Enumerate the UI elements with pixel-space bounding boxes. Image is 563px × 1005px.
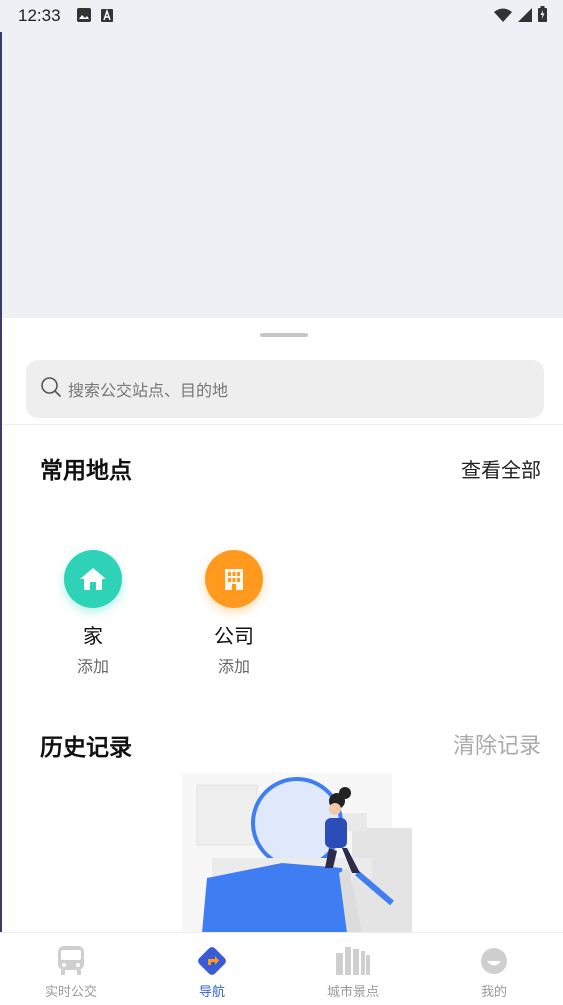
view-all-link[interactable]: 查看全部 (461, 454, 541, 483)
divider (2, 424, 563, 425)
place-add-label: 添加 (217, 657, 250, 676)
search-icon (40, 376, 62, 402)
place-company[interactable]: 公司 添加 (189, 550, 279, 677)
city-icon (335, 943, 371, 979)
place-home[interactable]: 家 添加 (48, 550, 138, 677)
tab-city-attractions[interactable]: 城市景点 (303, 933, 403, 1005)
tab-label: 实时公交 (44, 985, 97, 1000)
frequent-places-title: 常用地点 (40, 458, 132, 484)
place-name: 家 (83, 624, 103, 648)
tab-label: 城市景点 (326, 985, 379, 1000)
profile-icon (476, 943, 512, 979)
bus-icon (53, 943, 89, 979)
building-icon (205, 550, 263, 608)
history-title: 历史记录 (40, 735, 132, 761)
drag-handle[interactable] (260, 333, 308, 337)
search-input[interactable]: 搜索公交站点、目的地 (68, 377, 228, 401)
tab-label: 导航 (198, 985, 225, 1000)
navigation-icon (194, 943, 230, 979)
empty-history-illustration (177, 773, 417, 933)
bottom-tab-bar: 实时公交 导航 城市景点 我的 (0, 932, 563, 1005)
tab-profile[interactable]: 我的 (444, 933, 544, 1005)
place-name: 公司 (214, 624, 254, 648)
text-a-icon (100, 7, 113, 26)
tab-label: 我的 (480, 985, 507, 1000)
place-add-label: 添加 (76, 657, 109, 676)
status-time: 12:33 (18, 6, 61, 25)
home-icon (64, 550, 122, 608)
wifi-icon (494, 7, 512, 26)
bottom-sheet: 搜索公交站点、目的地 常用地点 查看全部 家 添加 公司 添加 历史记录 清除记… (0, 318, 563, 1004)
map-area[interactable] (0, 32, 563, 318)
image-icon (76, 7, 91, 26)
tab-navigation[interactable]: 导航 (162, 933, 262, 1005)
search-bar[interactable]: 搜索公交站点、目的地 (26, 360, 544, 418)
signal-icon (518, 7, 532, 26)
battery-icon (538, 6, 547, 26)
clear-history-button[interactable]: 清除记录 (453, 728, 541, 760)
status-bar: 12:33 (0, 0, 563, 32)
tab-realtime-bus[interactable]: 实时公交 (21, 933, 121, 1005)
